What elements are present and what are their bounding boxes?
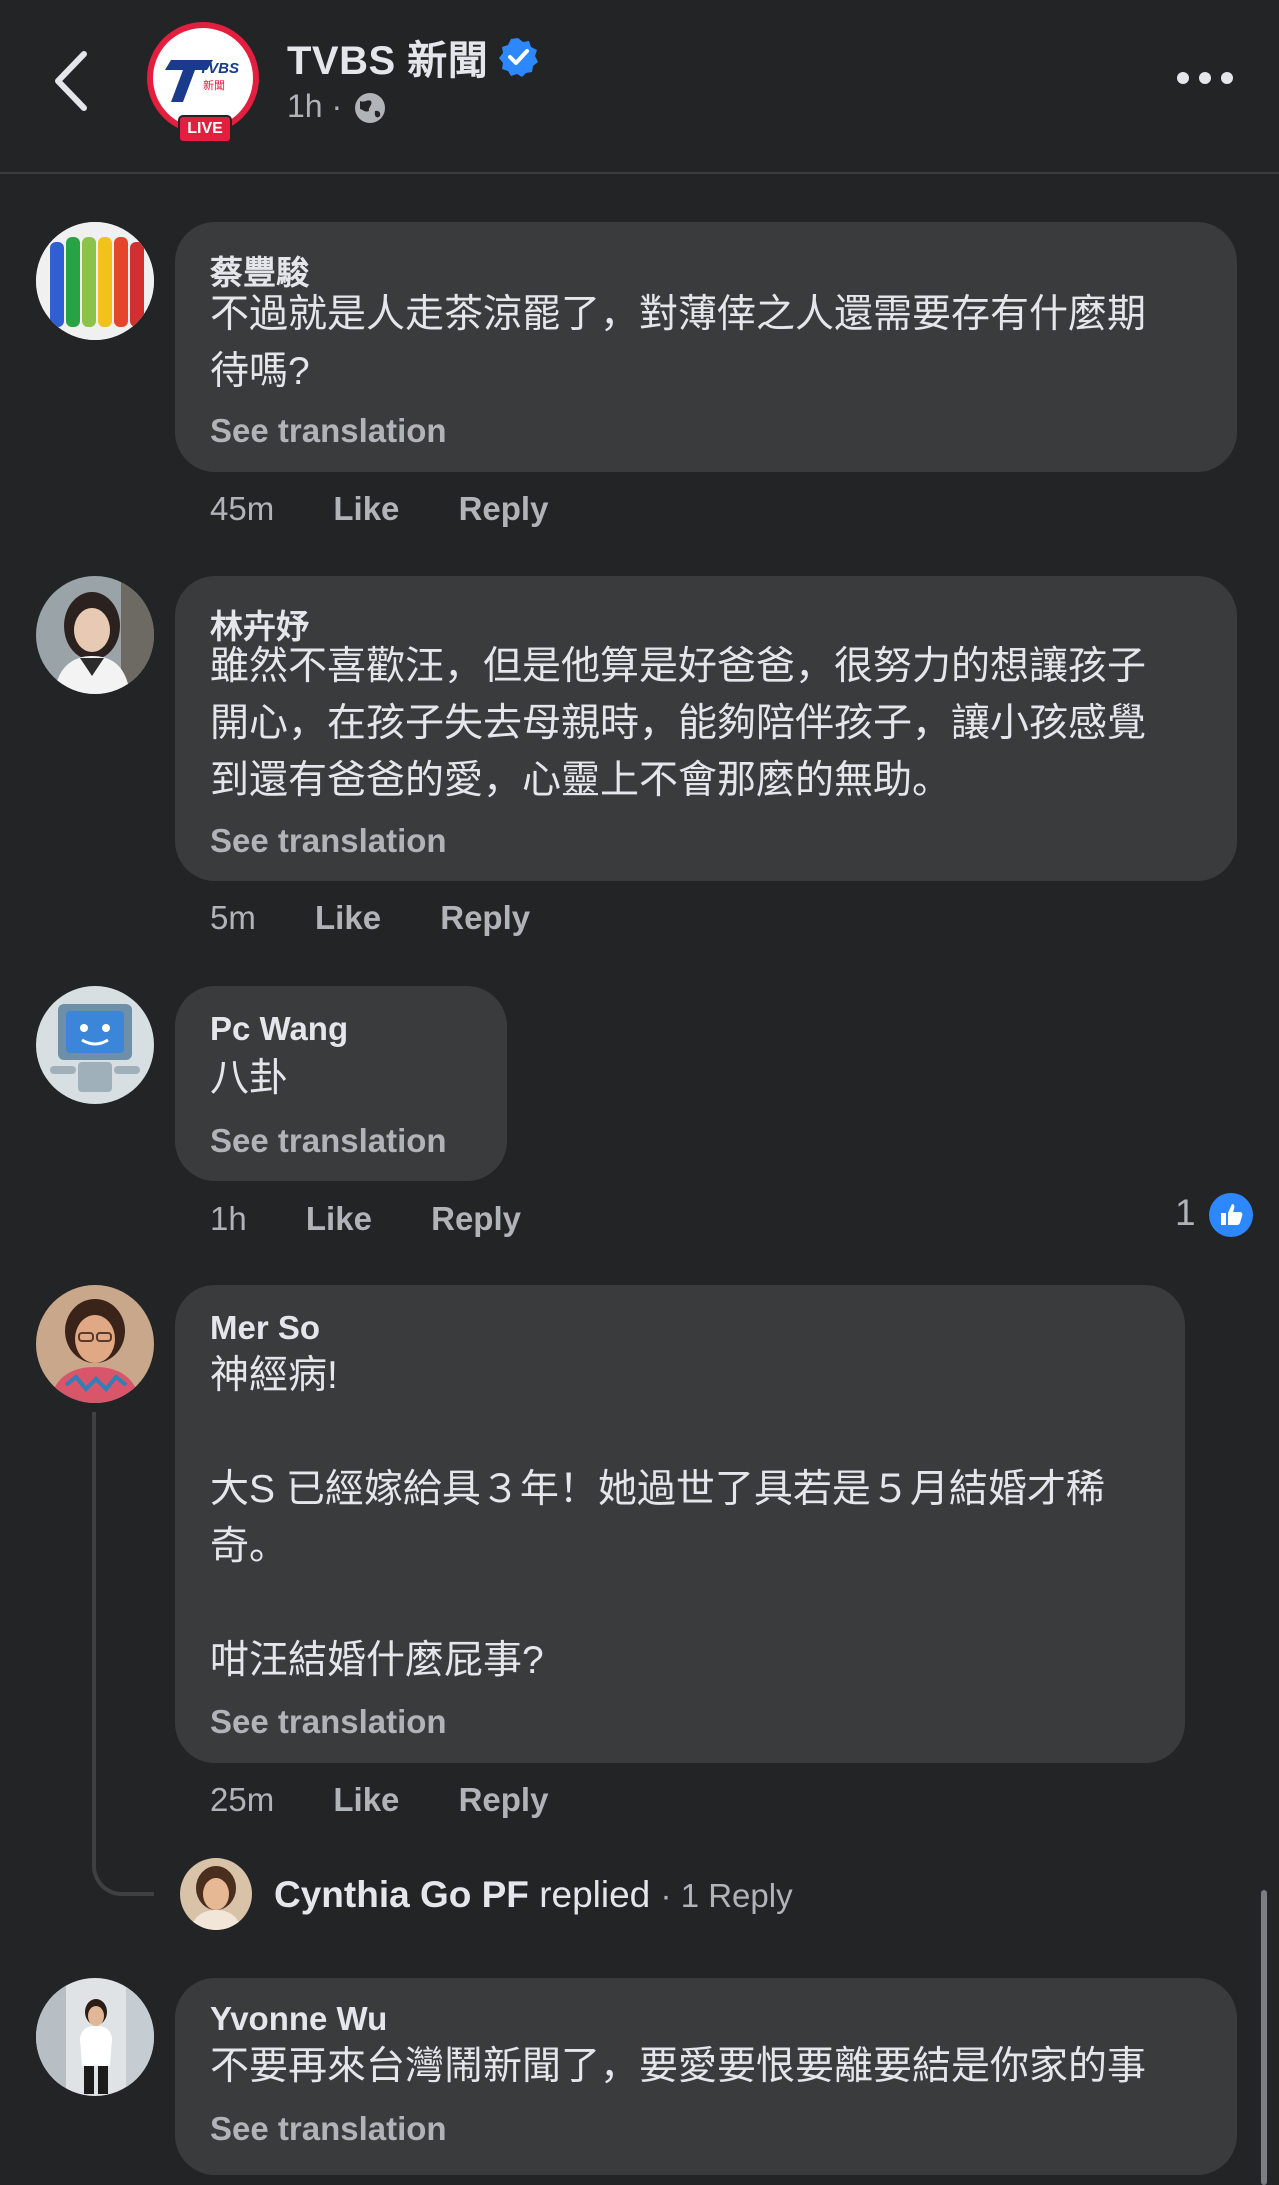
comment-actions: 25m Like Reply xyxy=(210,1781,548,1819)
thread-connector xyxy=(92,1412,154,1896)
reply-avatar[interactable] xyxy=(180,1858,252,1930)
like-button[interactable]: Like xyxy=(315,899,381,937)
logo-subtext: 新聞 xyxy=(203,80,225,92)
see-translation-link[interactable]: See translation xyxy=(210,1122,447,1160)
commenter-avatar[interactable] xyxy=(36,1285,154,1403)
comment-text: 神經病! 大S 已經嫁給具３年！她過世了具若是５月結婚才稀 奇。 咁汪結婚什麼屁… xyxy=(210,1354,1105,1682)
comment-bubble: Mer So 神經病! 大S 已經嫁給具３年！她過世了具若是５月結婚才稀 奇。 … xyxy=(175,1285,1185,1763)
comment-author[interactable]: Pc Wang xyxy=(210,1010,348,1048)
comment-time: 25m xyxy=(210,1781,275,1818)
reply-verb: replied xyxy=(539,1874,651,1915)
comment-author[interactable]: Mer So xyxy=(210,1309,320,1347)
comment-actions: 45m Like Reply xyxy=(210,490,548,528)
like-reaction-icon[interactable] xyxy=(1207,1191,1255,1239)
reply-count[interactable]: · 1 Reply xyxy=(661,1877,793,1914)
globe-icon xyxy=(355,93,385,123)
comment-bubble: Pc Wang 八卦 See translation xyxy=(175,986,507,1181)
page-avatar[interactable]: TVBS 新聞 LIVE xyxy=(143,20,263,143)
see-translation-link[interactable]: See translation xyxy=(210,412,447,450)
page-name[interactable]: TVBS 新聞 xyxy=(287,28,488,86)
comment-time: 1h xyxy=(210,1200,247,1237)
comment-bubble: Yvonne Wu 不要再來台灣鬧新聞了，要愛要恨要離要結是你家的事 See t… xyxy=(175,1978,1237,2175)
more-options-icon[interactable] xyxy=(1175,63,1235,93)
see-translation-link[interactable]: See translation xyxy=(210,1703,447,1741)
like-button[interactable]: Like xyxy=(333,1781,399,1819)
scrollbar[interactable] xyxy=(1261,1890,1267,2185)
see-translation-link[interactable]: See translation xyxy=(210,2110,447,2148)
reply-button[interactable]: Reply xyxy=(459,490,549,528)
verified-badge-icon xyxy=(499,38,538,77)
comment-text: 不要再來台灣鬧新聞了，要愛要恨要離要結是你家的事 xyxy=(210,2045,1147,2088)
post-time: 1h · xyxy=(287,88,343,124)
comment-time: 45m xyxy=(210,490,275,527)
reply-button[interactable]: Reply xyxy=(431,1200,521,1238)
live-badge: LIVE xyxy=(178,115,232,143)
comment-bubble: 蔡豐駿 不過就是人走茶涼罷了，對薄倖之人還需要存有什麼期 待嗎? See tra… xyxy=(175,222,1237,472)
reply-author[interactable]: Cynthia Go PF xyxy=(274,1874,529,1915)
reply-button[interactable]: Reply xyxy=(459,1781,549,1819)
logo-text: TVBS xyxy=(199,60,240,77)
commenter-avatar[interactable] xyxy=(36,1978,154,2096)
like-button[interactable]: Like xyxy=(306,1200,372,1238)
comment-actions: 5m Like Reply xyxy=(210,899,530,937)
see-translation-link[interactable]: See translation xyxy=(210,822,447,860)
comment-text: 八卦 xyxy=(210,1057,289,1100)
commenter-avatar[interactable] xyxy=(36,986,154,1104)
like-button[interactable]: Like xyxy=(333,490,399,528)
comment-bubble: 林卉妤 雖然不喜歡汪，但是他算是好爸爸，很努力的想讓孩子 開心，在孩子失去母親時… xyxy=(175,576,1237,881)
view-replies-link[interactable]: Cynthia Go PF replied · 1 Reply xyxy=(274,1874,793,1916)
post-header: TVBS 新聞 LIVE TVBS 新聞 1h · xyxy=(0,0,1279,174)
comment-actions: 1h Like Reply xyxy=(210,1200,521,1238)
comment-text: 雖然不喜歡汪，但是他算是好爸爸，很努力的想讓孩子 開心，在孩子失去母親時，能夠陪… xyxy=(210,645,1147,802)
back-arrow-icon[interactable] xyxy=(46,46,96,116)
commenter-avatar[interactable] xyxy=(36,222,154,340)
reaction-count[interactable]: 1 xyxy=(1175,1192,1196,1234)
reply-button[interactable]: Reply xyxy=(440,899,530,937)
comment-time: 5m xyxy=(210,899,256,936)
comment-author[interactable]: Yvonne Wu xyxy=(210,2000,387,2038)
comment-text: 不過就是人走茶涼罷了，對薄倖之人還需要存有什麼期 待嗎? xyxy=(210,293,1147,393)
commenter-avatar[interactable] xyxy=(36,576,154,694)
